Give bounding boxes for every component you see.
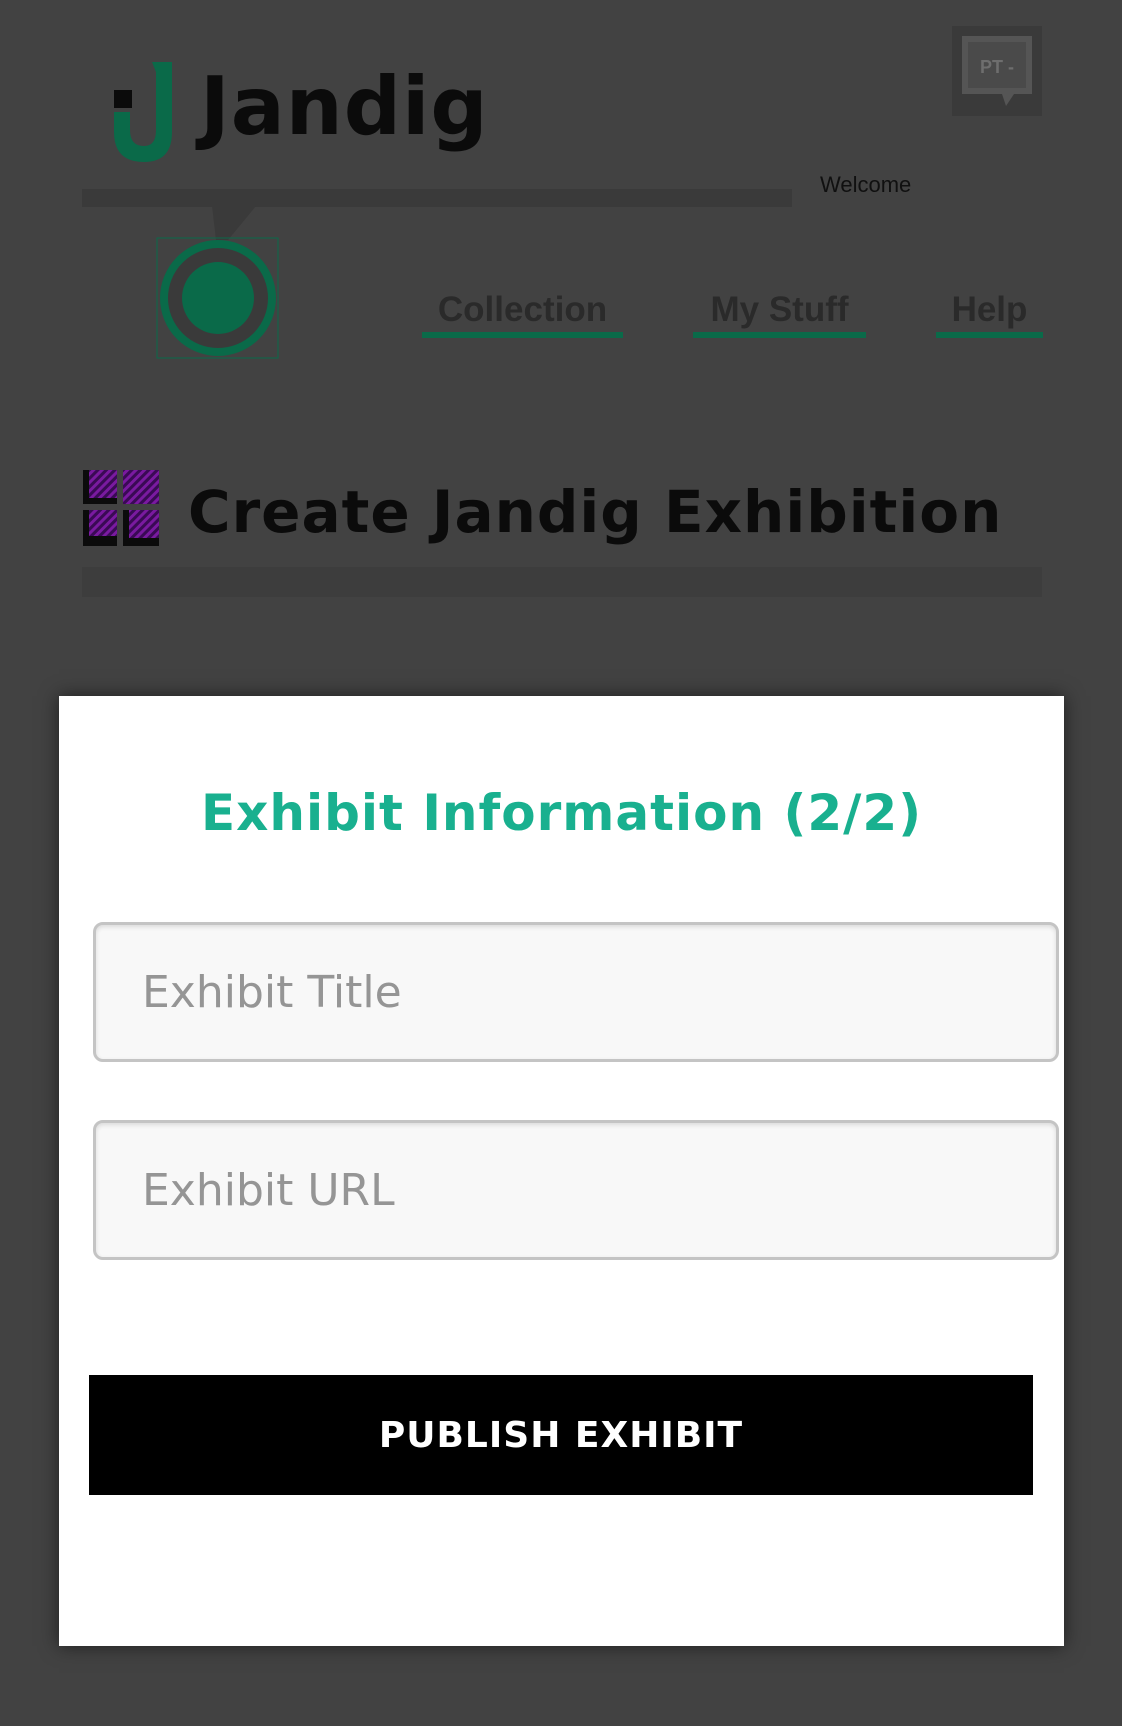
speech-bubble-icon: PT - bbox=[962, 36, 1032, 106]
exhibit-title-input[interactable] bbox=[93, 922, 1059, 1062]
nav-collection[interactable]: Collection bbox=[422, 288, 623, 338]
logo-text: Jandig bbox=[200, 60, 489, 153]
nav-my-stuff[interactable]: My Stuff bbox=[693, 288, 866, 338]
logo[interactable]: Jandig bbox=[108, 56, 488, 166]
language-label: PT - bbox=[980, 57, 1014, 77]
page-title: Create Jandig Exhibition bbox=[188, 478, 1003, 546]
modal-title: Exhibit Information (2/2) bbox=[200, 784, 923, 842]
welcome-text: Welcome bbox=[820, 172, 912, 197]
exhibit-info-modal: Exhibit Information (2/2) PUBLISH EXHIBI… bbox=[59, 696, 1064, 1646]
publish-exhibit-button[interactable]: PUBLISH EXHIBIT bbox=[89, 1375, 1033, 1495]
user-avatar-icon[interactable] bbox=[152, 200, 282, 360]
title-divider bbox=[82, 567, 1042, 597]
language-button[interactable]: PT - bbox=[952, 26, 1042, 116]
exhibit-url-input[interactable] bbox=[93, 1120, 1059, 1260]
jandig-logo-icon bbox=[114, 62, 172, 162]
grid-squares-icon bbox=[83, 470, 159, 546]
nav-help[interactable]: Help bbox=[936, 288, 1043, 338]
